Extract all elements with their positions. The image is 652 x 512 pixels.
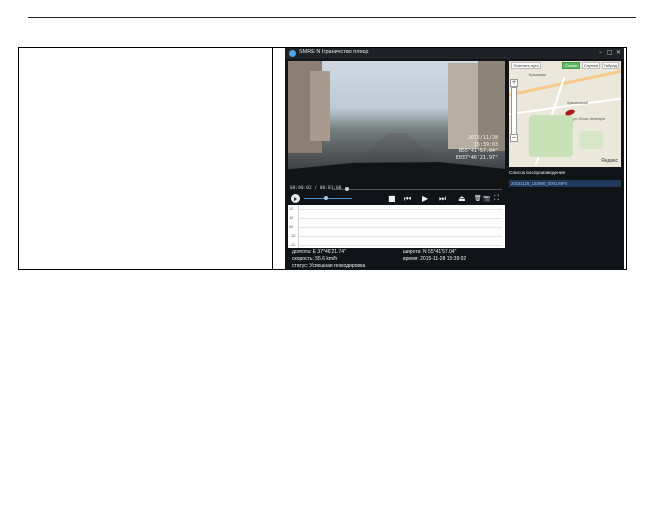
tab-satellite[interactable]: Спутник [582, 62, 600, 69]
graph-gridline [298, 236, 502, 237]
video-frame[interactable]: 2015/11/28 15:39:03 N55°41'57.04" E037°4… [288, 61, 505, 185]
eject-button[interactable]: ⏏ [458, 193, 466, 204]
player-app-screenshot: SMRE N Іграничство плеєр – □ ✕ 2015/11/2… [285, 48, 624, 270]
map-label: ул. Юных ленинцев [573, 117, 605, 121]
osd-longitude: E037°46'21.97" [455, 154, 498, 161]
graph-axis [298, 205, 299, 248]
map-brand: Яндекс [601, 158, 618, 164]
volume-slider[interactable] [304, 198, 352, 199]
latitude-value: широта: N 55°41'57.04" [403, 249, 457, 255]
playback-controls: ■ ⏮ ▶ ⏭ ⏏ 🗑 📷 ⛶ [288, 192, 505, 205]
table-column-divider [272, 48, 273, 269]
graph-gridline [298, 209, 502, 210]
playlist-header: Список воспроизведения [509, 171, 566, 176]
close-button[interactable]: ✕ [616, 49, 621, 56]
snapshot-button[interactable]: 📷 [483, 193, 490, 204]
tab-scheme[interactable]: Схема [562, 62, 580, 69]
graph-y-tick: 2G [289, 207, 294, 211]
tab-hybrid[interactable]: Гибрид [602, 62, 619, 69]
minimize-button[interactable]: – [599, 49, 602, 56]
maximize-button[interactable]: □ [607, 49, 613, 56]
seek-bar[interactable] [332, 189, 502, 190]
play-button[interactable]: ▶ [422, 193, 428, 204]
osd-latitude: N55°41'57.04" [458, 148, 498, 154]
next-button[interactable]: ⏭ [439, 193, 446, 204]
gps-info-panel: долгота: E 37°46'21.74" широта: N 55°41'… [288, 248, 505, 270]
graph-y-tick: 1G [289, 216, 294, 220]
status-value: статус: Успешная геокодировка [292, 263, 366, 269]
playlist-item[interactable]: 20151128_153900_0001.MP4 [509, 180, 621, 187]
delete-button[interactable]: 🗑 [474, 193, 482, 204]
building-left-2 [310, 71, 330, 141]
zoom-in-button[interactable]: + [510, 79, 518, 87]
map-label: Кузьминский [567, 101, 588, 105]
video-osd: 2015/11/28 15:39:03 N55°41'57.04" E037°4… [456, 135, 498, 161]
map-park [529, 115, 573, 157]
title-bar: SMRE N Іграничство плеєр – □ ✕ [285, 48, 624, 59]
map-zoom-slider[interactable] [511, 87, 517, 135]
gsensor-graph: 2G 1G 0G -1G -2G [288, 205, 505, 248]
map-road [509, 67, 621, 98]
map-label: Кузьминки [529, 73, 546, 77]
seek-handle[interactable] [345, 187, 350, 191]
map-mode-tabs: Очистить путь Схема Спутник Гибрид [511, 62, 619, 70]
longitude-value: долгота: E 37°46'21.74" [292, 249, 346, 255]
app-logo-icon [289, 50, 296, 57]
volume-handle[interactable] [323, 196, 328, 200]
graph-y-tick: -2G [289, 243, 296, 247]
page-header-rule [28, 17, 636, 18]
time-value: время: 2015-11-28 15:39:02 [403, 256, 467, 262]
map-park [579, 131, 603, 149]
zoom-out-button[interactable]: − [510, 134, 518, 142]
map-panel[interactable]: Очистить путь Схема Спутник Гибрид Кузьм… [509, 61, 621, 167]
previous-button[interactable]: ⏮ [404, 193, 411, 204]
graph-y-tick: 0G [289, 225, 294, 229]
graph-gridline [298, 218, 502, 219]
fullscreen-button[interactable]: ⛶ [494, 193, 499, 204]
graph-gridline [298, 227, 502, 228]
stop-button[interactable]: ■ [388, 193, 396, 204]
car-dashboard [288, 162, 505, 185]
clear-route-button[interactable]: Очистить путь [511, 62, 541, 69]
graph-gridline [298, 245, 502, 246]
volume-icon[interactable] [291, 194, 300, 203]
app-title: SMRE N Іграничство плеєр [299, 49, 369, 55]
graph-y-tick: -1G [289, 234, 296, 238]
speed-value: скорость: 55.6 km/h [292, 256, 338, 262]
